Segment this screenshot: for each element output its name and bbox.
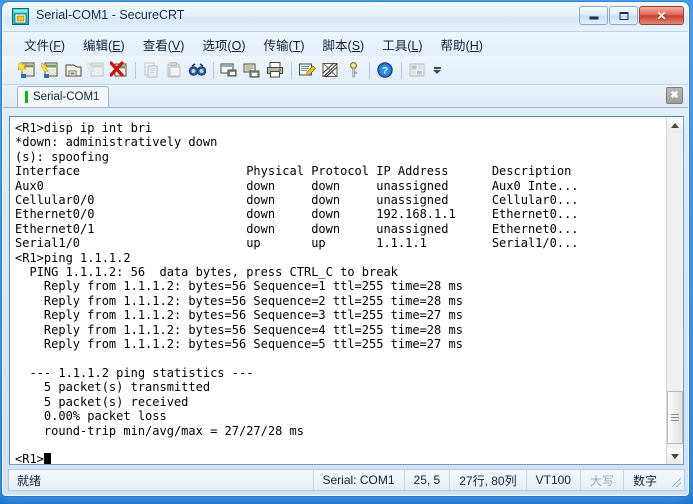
status-emulation: VT100 — [525, 470, 580, 490]
close-icon: ✖ — [670, 89, 679, 101]
menu-script[interactable]: 脚本(S) — [314, 33, 374, 56]
status-caps-lock: 大写 — [579, 470, 623, 490]
menu-help[interactable]: 帮助(H) — [432, 33, 492, 56]
scroll-up-button[interactable] — [667, 117, 683, 133]
minimize-button[interactable] — [579, 6, 608, 25]
print-icon[interactable] — [264, 59, 286, 81]
scroll-down-button[interactable] — [667, 448, 683, 464]
menu-options-key: O — [231, 38, 242, 53]
menu-transfer-label: 传输 — [263, 38, 289, 53]
menu-file-label: 文件 — [24, 38, 50, 53]
toolbar-separator — [369, 61, 370, 79]
toolbar-separator — [213, 61, 214, 79]
terminal-screen[interactable]: <R1>disp ip int bri *down: administrativ… — [10, 117, 666, 464]
status-num-lock: 数字 — [622, 470, 666, 490]
menu-edit-key: E — [112, 38, 121, 53]
terminal-panel: <R1>disp ip int bri *down: administrativ… — [9, 116, 684, 465]
tab-strip: Serial-COM1 ✖ — [3, 85, 688, 108]
terminal-scrollbar[interactable] — [666, 117, 683, 464]
terminal-output: <R1>disp ip int bri *down: administrativ… — [15, 121, 579, 464]
menu-help-key: H — [469, 38, 479, 53]
key-icon[interactable] — [342, 59, 364, 81]
copy-icon[interactable] — [140, 59, 162, 81]
toolbar-overflow-button[interactable] — [431, 59, 443, 81]
status-dimensions: 27行, 80列 — [449, 470, 525, 490]
title-bar: Serial-COM1 - SecureCRT ✕ — [3, 3, 688, 32]
chevron-down-icon — [671, 453, 679, 459]
menu-view-label: 查看 — [142, 38, 168, 53]
toolbar-separator — [401, 61, 402, 79]
toolbar-separator — [291, 61, 292, 79]
menu-tools-label: 工具 — [382, 38, 408, 53]
status-cursor-position: 25, 5 — [403, 470, 450, 490]
reconnect-icon[interactable] — [85, 59, 107, 81]
global-options-icon[interactable] — [319, 59, 341, 81]
tab-close-button[interactable]: ✖ — [666, 87, 683, 104]
new-session-icon[interactable] — [16, 59, 38, 81]
tab-serial-com1[interactable]: Serial-COM1 — [17, 86, 110, 107]
menu-edit[interactable]: 编辑(E) — [74, 33, 134, 56]
menu-tools[interactable]: 工具(L) — [373, 33, 431, 56]
menu-help-label: 帮助 — [440, 38, 466, 53]
scrollbar-thumb[interactable] — [667, 391, 683, 444]
menu-options[interactable]: 选项(O) — [193, 33, 254, 56]
menu-tools-key: L — [411, 38, 419, 53]
menu-edit-label: 编辑 — [83, 38, 109, 53]
status-serial-port: Serial: COM1 — [312, 470, 404, 490]
print-screen-icon[interactable] — [218, 59, 240, 81]
window-controls: ✕ — [579, 6, 684, 25]
toolbar: ? — [3, 56, 688, 85]
session-options-icon[interactable] — [296, 59, 318, 81]
find-icon[interactable] — [186, 59, 208, 81]
maximize-button[interactable] — [609, 6, 638, 25]
chevron-up-icon — [671, 122, 679, 128]
menu-view[interactable]: 查看(V) — [134, 33, 194, 56]
menu-script-key: S — [351, 38, 361, 53]
menu-file-key: F — [53, 38, 61, 53]
close-icon: ✕ — [656, 8, 667, 23]
help-icon[interactable]: ? — [374, 59, 396, 81]
securecrt-icon — [12, 8, 29, 25]
resize-grip-icon[interactable] — [666, 470, 684, 490]
menu-transfer[interactable]: 传输(T) — [255, 33, 314, 56]
menu-script-label: 脚本 — [322, 38, 348, 53]
menu-file[interactable]: 文件(F) — [15, 33, 74, 56]
log-session-icon[interactable] — [241, 59, 263, 81]
menu-view-key: V — [171, 38, 181, 53]
tab-status-indicator — [25, 91, 28, 103]
toolbar-separator — [135, 61, 136, 79]
status-bar: 就绪 Serial: COM1 25, 5 27行, 80列 VT100 大写 … — [8, 469, 685, 491]
menu-bar: 文件(F) 编辑(E) 查看(V) 选项(O) 传输(T) 脚本(S) 工具(L… — [3, 32, 688, 56]
svg-text:?: ? — [382, 66, 388, 77]
menu-transfer-key: T — [292, 38, 301, 53]
menu-options-label: 选项 — [202, 38, 228, 53]
connect-icon[interactable] — [39, 59, 61, 81]
securecrt-window: Serial-COM1 - SecureCRT ✕ 文件(F) 编辑(E) 查看… — [2, 2, 689, 496]
connect-local-icon[interactable] — [62, 59, 84, 81]
window-title: Serial-COM1 - SecureCRT — [36, 8, 185, 22]
close-button[interactable]: ✕ — [639, 6, 684, 25]
grip-icon — [671, 412, 679, 423]
terminal-cursor — [43, 453, 51, 464]
paste-icon[interactable] — [163, 59, 185, 81]
disconnect-icon[interactable] — [108, 59, 130, 81]
status-ready: 就绪 — [17, 473, 42, 488]
tab-label: Serial-COM1 — [33, 91, 100, 103]
keymap-editor-icon[interactable] — [406, 59, 428, 81]
